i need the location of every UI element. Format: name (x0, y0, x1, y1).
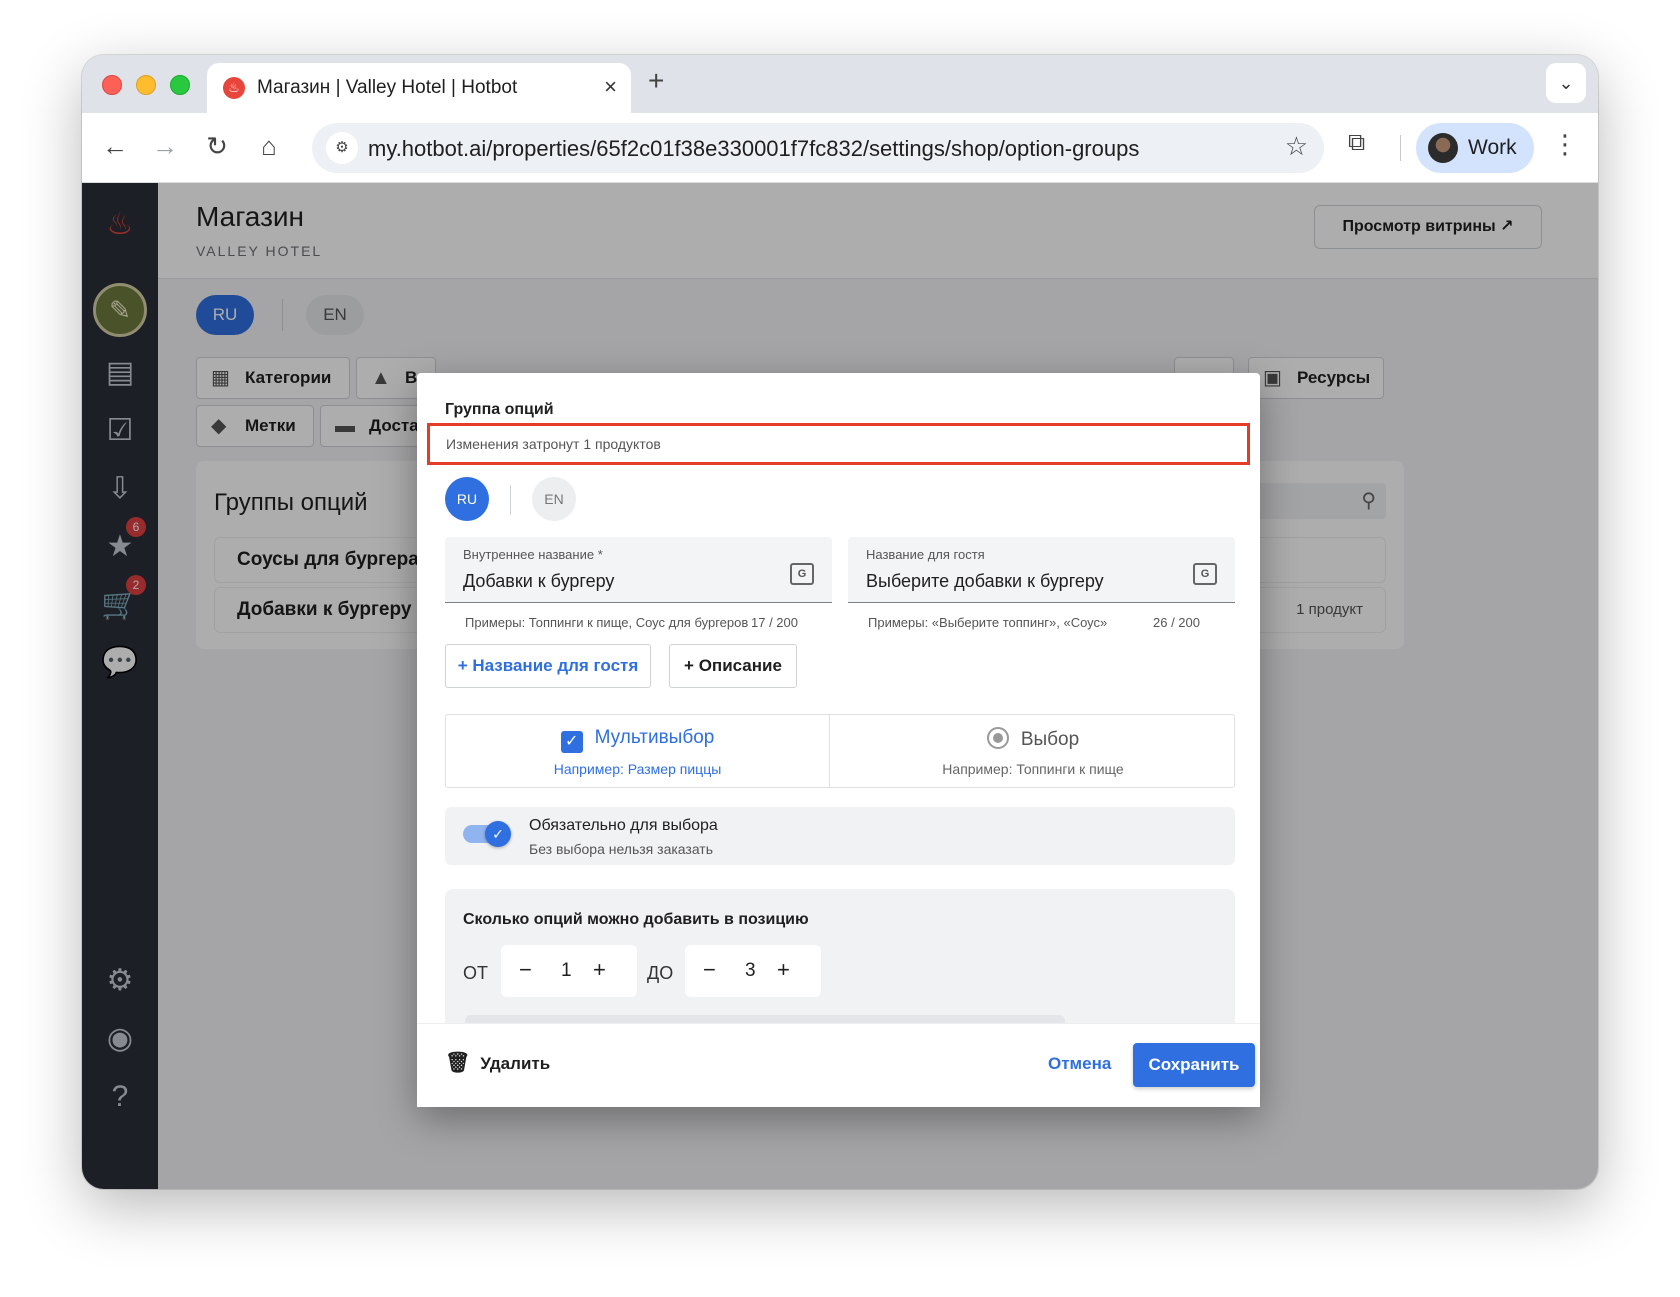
dialog-lang-divider (510, 485, 511, 515)
tab-search-button[interactable]: ⌄ (1546, 63, 1586, 103)
affected-products-notice: Изменения затронут 1 продуктов (427, 423, 1250, 465)
home-button[interactable]: ⌂ (252, 131, 286, 162)
guest-name-counter: 26 / 200 (1153, 615, 1200, 630)
tab-strip: ♨ Магазин | Valley Hotel | Hotbot × + ⌄ (82, 55, 1598, 113)
decrement-from-button[interactable]: − (519, 957, 532, 983)
browser-window: ♨ Магазин | Valley Hotel | Hotbot × + ⌄ … (82, 55, 1598, 1189)
guest-name-label: Название для гостя (866, 547, 985, 562)
guest-name-value[interactable]: Выберите добавки к бургеру (866, 571, 1104, 592)
from-value[interactable]: 1 (561, 960, 572, 982)
guest-name-helper: Примеры: «Выберите топпинг», «Соус» (868, 615, 1108, 630)
add-guest-name-button[interactable]: + Название для гостя (445, 644, 651, 688)
notice-text: Изменения затронут 1 продуктов (446, 436, 661, 452)
to-value[interactable]: 3 (745, 960, 756, 982)
bookmark-star-icon[interactable]: ☆ (1285, 131, 1308, 162)
from-label: ОТ (463, 963, 488, 983)
cancel-button[interactable]: Отмена (1048, 1054, 1111, 1074)
scroll-overflow-hint (465, 1015, 1065, 1023)
internal-name-label: Внутреннее название * (463, 547, 603, 562)
forward-button[interactable]: → (148, 131, 182, 162)
increment-from-button[interactable]: + (593, 957, 606, 983)
toggle-check-icon: ✓ (485, 821, 511, 847)
delete-button[interactable]: 🗑 Удалить (445, 1050, 550, 1075)
trash-icon: 🗑 (445, 1052, 471, 1074)
option-count-title: Сколько опций можно добавить в позицию (463, 911, 809, 928)
translate-icon[interactable]: G (790, 563, 814, 585)
required-toggle[interactable]: ✓ (463, 821, 511, 847)
reload-button[interactable]: ↻ (200, 131, 234, 162)
to-label: ДО (647, 963, 674, 983)
to-stepper: − 3 + (685, 945, 821, 997)
internal-name-value[interactable]: Добавки к бургеру (463, 571, 614, 592)
required-title: Обязательно для выбора (529, 817, 718, 834)
dialog-title: Группа опций (445, 401, 554, 418)
hotbot-favicon-icon: ♨ (223, 77, 245, 99)
add-description-button[interactable]: + Описание (669, 644, 797, 688)
internal-name-helper: Примеры: Топпинги к пище, Соус для бурге… (465, 615, 749, 630)
toolbar-divider (1400, 135, 1401, 161)
back-button[interactable]: ← (98, 131, 132, 162)
required-toggle-row: ✓ Обязательно для выбора Без выбора нель… (445, 807, 1235, 865)
dialog-lang-ru[interactable]: RU (445, 477, 489, 521)
address-bar[interactable]: ⚙ my.hotbot.ai/properties/65f2c01f38e330… (312, 123, 1324, 173)
internal-name-counter: 17 / 200 (751, 615, 798, 630)
url-text[interactable]: my.hotbot.ai/properties/65f2c01f38e33000… (368, 136, 1139, 162)
option-count-section: Сколько опций можно добавить в позицию О… (445, 889, 1235, 1023)
browser-menu-icon[interactable]: ⋮ (1552, 129, 1578, 160)
single-select-hint: Например: Топпинги к пище (942, 761, 1124, 777)
checkbox-checked-icon[interactable]: ✓ (560, 731, 583, 753)
single-select-option[interactable]: Выбор Например: Топпинги к пище (830, 715, 1236, 787)
radio-icon[interactable] (986, 727, 1009, 749)
maximize-window-button[interactable] (170, 75, 190, 95)
profile-label: Work (1468, 136, 1517, 159)
dialog-footer: 🗑 Удалить Отмена Сохранить (417, 1023, 1260, 1107)
browser-toolbar: ← → ↻ ⌂ ⚙ my.hotbot.ai/properties/65f2c0… (82, 113, 1598, 183)
single-select-label: Выбор (1020, 729, 1080, 750)
multi-select-label-row: ✓ Мультивыбор (446, 727, 829, 753)
option-group-dialog: Группа опций Изменения затронут 1 продук… (417, 373, 1260, 1107)
tab-title: Магазин | Valley Hotel | Hotbot (257, 77, 518, 98)
increment-to-button[interactable]: + (777, 957, 790, 983)
dialog-lang-en[interactable]: EN (532, 477, 576, 521)
new-tab-button[interactable]: + (648, 65, 664, 97)
profile-button[interactable]: Work (1416, 123, 1534, 173)
single-select-label-row: Выбор (830, 727, 1236, 751)
site-info-icon[interactable]: ⚙ (326, 132, 358, 164)
browser-tab[interactable]: ♨ Магазин | Valley Hotel | Hotbot × (207, 63, 631, 113)
translate-icon[interactable]: G (1193, 563, 1217, 585)
app-area: ♨ ✎ ▤ ☑ ⇩ ★ 6 🛒 2 💬 ⚙ ◉ ? Магазин VALLEY… (82, 183, 1598, 1189)
multi-select-label: Мультивыбор (594, 727, 715, 748)
decrement-to-button[interactable]: − (703, 957, 716, 983)
guest-name-field[interactable]: Название для гостя Выберите добавки к бу… (848, 537, 1235, 603)
delete-label: Удалить (480, 1054, 551, 1073)
extensions-icon[interactable]: ⧉ (1348, 129, 1365, 157)
close-window-button[interactable] (102, 75, 122, 95)
internal-name-field[interactable]: Внутреннее название * Добавки к бургеру … (445, 537, 832, 603)
profile-avatar (1428, 133, 1458, 163)
tab-close-icon[interactable]: × (604, 74, 617, 100)
selection-mode-group: ✓ Мультивыбор Например: Размер пиццы Выбо… (445, 714, 1235, 788)
multi-select-hint: Например: Размер пиццы (553, 761, 722, 777)
from-stepper: − 1 + (501, 945, 637, 997)
save-button[interactable]: Сохранить (1133, 1043, 1255, 1087)
multi-select-option[interactable]: ✓ Мультивыбор Например: Размер пиццы (446, 715, 830, 787)
minimize-window-button[interactable] (136, 75, 156, 95)
required-subtitle: Без выбора нельзя заказать (529, 841, 714, 857)
